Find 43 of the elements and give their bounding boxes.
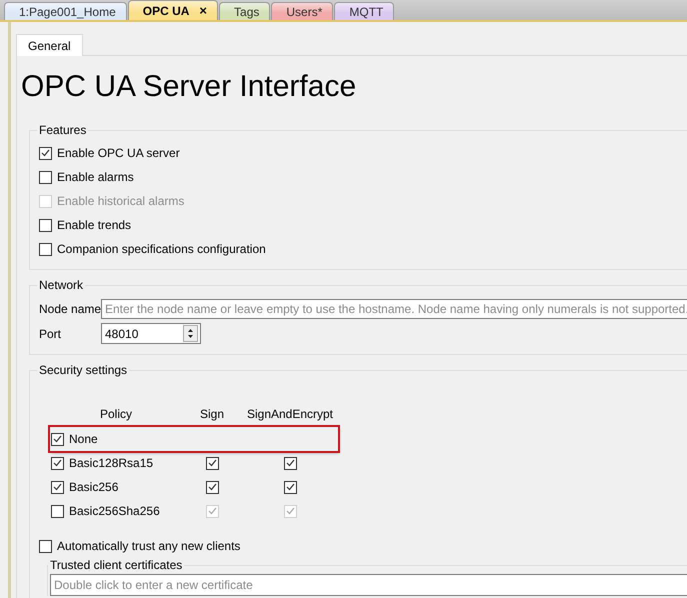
column-header: SignAndEncrypt [242,395,338,427]
checkbox[interactable] [51,456,64,470]
column-header: Sign [182,395,242,427]
close-icon[interactable]: × [199,3,208,18]
checkbox-label: Enable historical alarms [57,194,184,208]
spin-arrows-icon[interactable] [187,328,194,339]
checkbox[interactable] [206,480,218,494]
document-tab[interactable]: OPC UA × [128,0,218,20]
checkbox[interactable] [51,480,64,494]
field-label: Node name [39,302,101,316]
checkbox[interactable] [51,504,64,518]
field-label: Port [39,326,62,340]
checkbox[interactable] [284,456,296,470]
document-tab[interactable]: Tags [219,2,270,20]
group-label: Security settings [38,363,128,377]
checkbox-label: Enable OPC UA server [57,146,180,160]
policy-name: Basic256 [69,480,118,494]
document-tab[interactable]: Users* [271,2,334,20]
checkbox-label: Companion specifications configuration [57,242,266,256]
group-label: Features [38,123,88,137]
page-tab[interactable]: General [16,34,83,56]
certificate-field[interactable]: Double click to enter a new certificate [50,574,687,596]
port-spinner[interactable]: 48010 [101,323,201,344]
document-tab[interactable]: MQTT [334,2,394,20]
group-label: Network [38,278,84,292]
document-tab[interactable]: 1:Page001_Home [4,2,127,20]
group-label: Trusted client certificates [49,558,184,572]
checkbox-label: Enable trends [57,218,132,232]
column-header: Policy [50,395,182,427]
checkbox-label: Automatically trust any new clients [57,539,240,553]
checkbox[interactable] [39,540,52,552]
checkbox[interactable] [39,242,52,256]
checkbox-label: Enable alarms [57,170,134,184]
page-title: OPC UA Server Interface [21,69,358,105]
checkbox[interactable] [51,432,64,446]
checkbox[interactable] [206,456,218,470]
checkbox[interactable] [284,480,296,494]
checkbox[interactable] [39,218,52,232]
policy-name: Basic128Rsa15 [69,456,154,470]
checkbox[interactable] [39,170,52,184]
checkbox[interactable] [39,146,52,160]
policy-name: None [69,432,98,446]
policy-name: Basic256Sha256 [69,504,160,518]
